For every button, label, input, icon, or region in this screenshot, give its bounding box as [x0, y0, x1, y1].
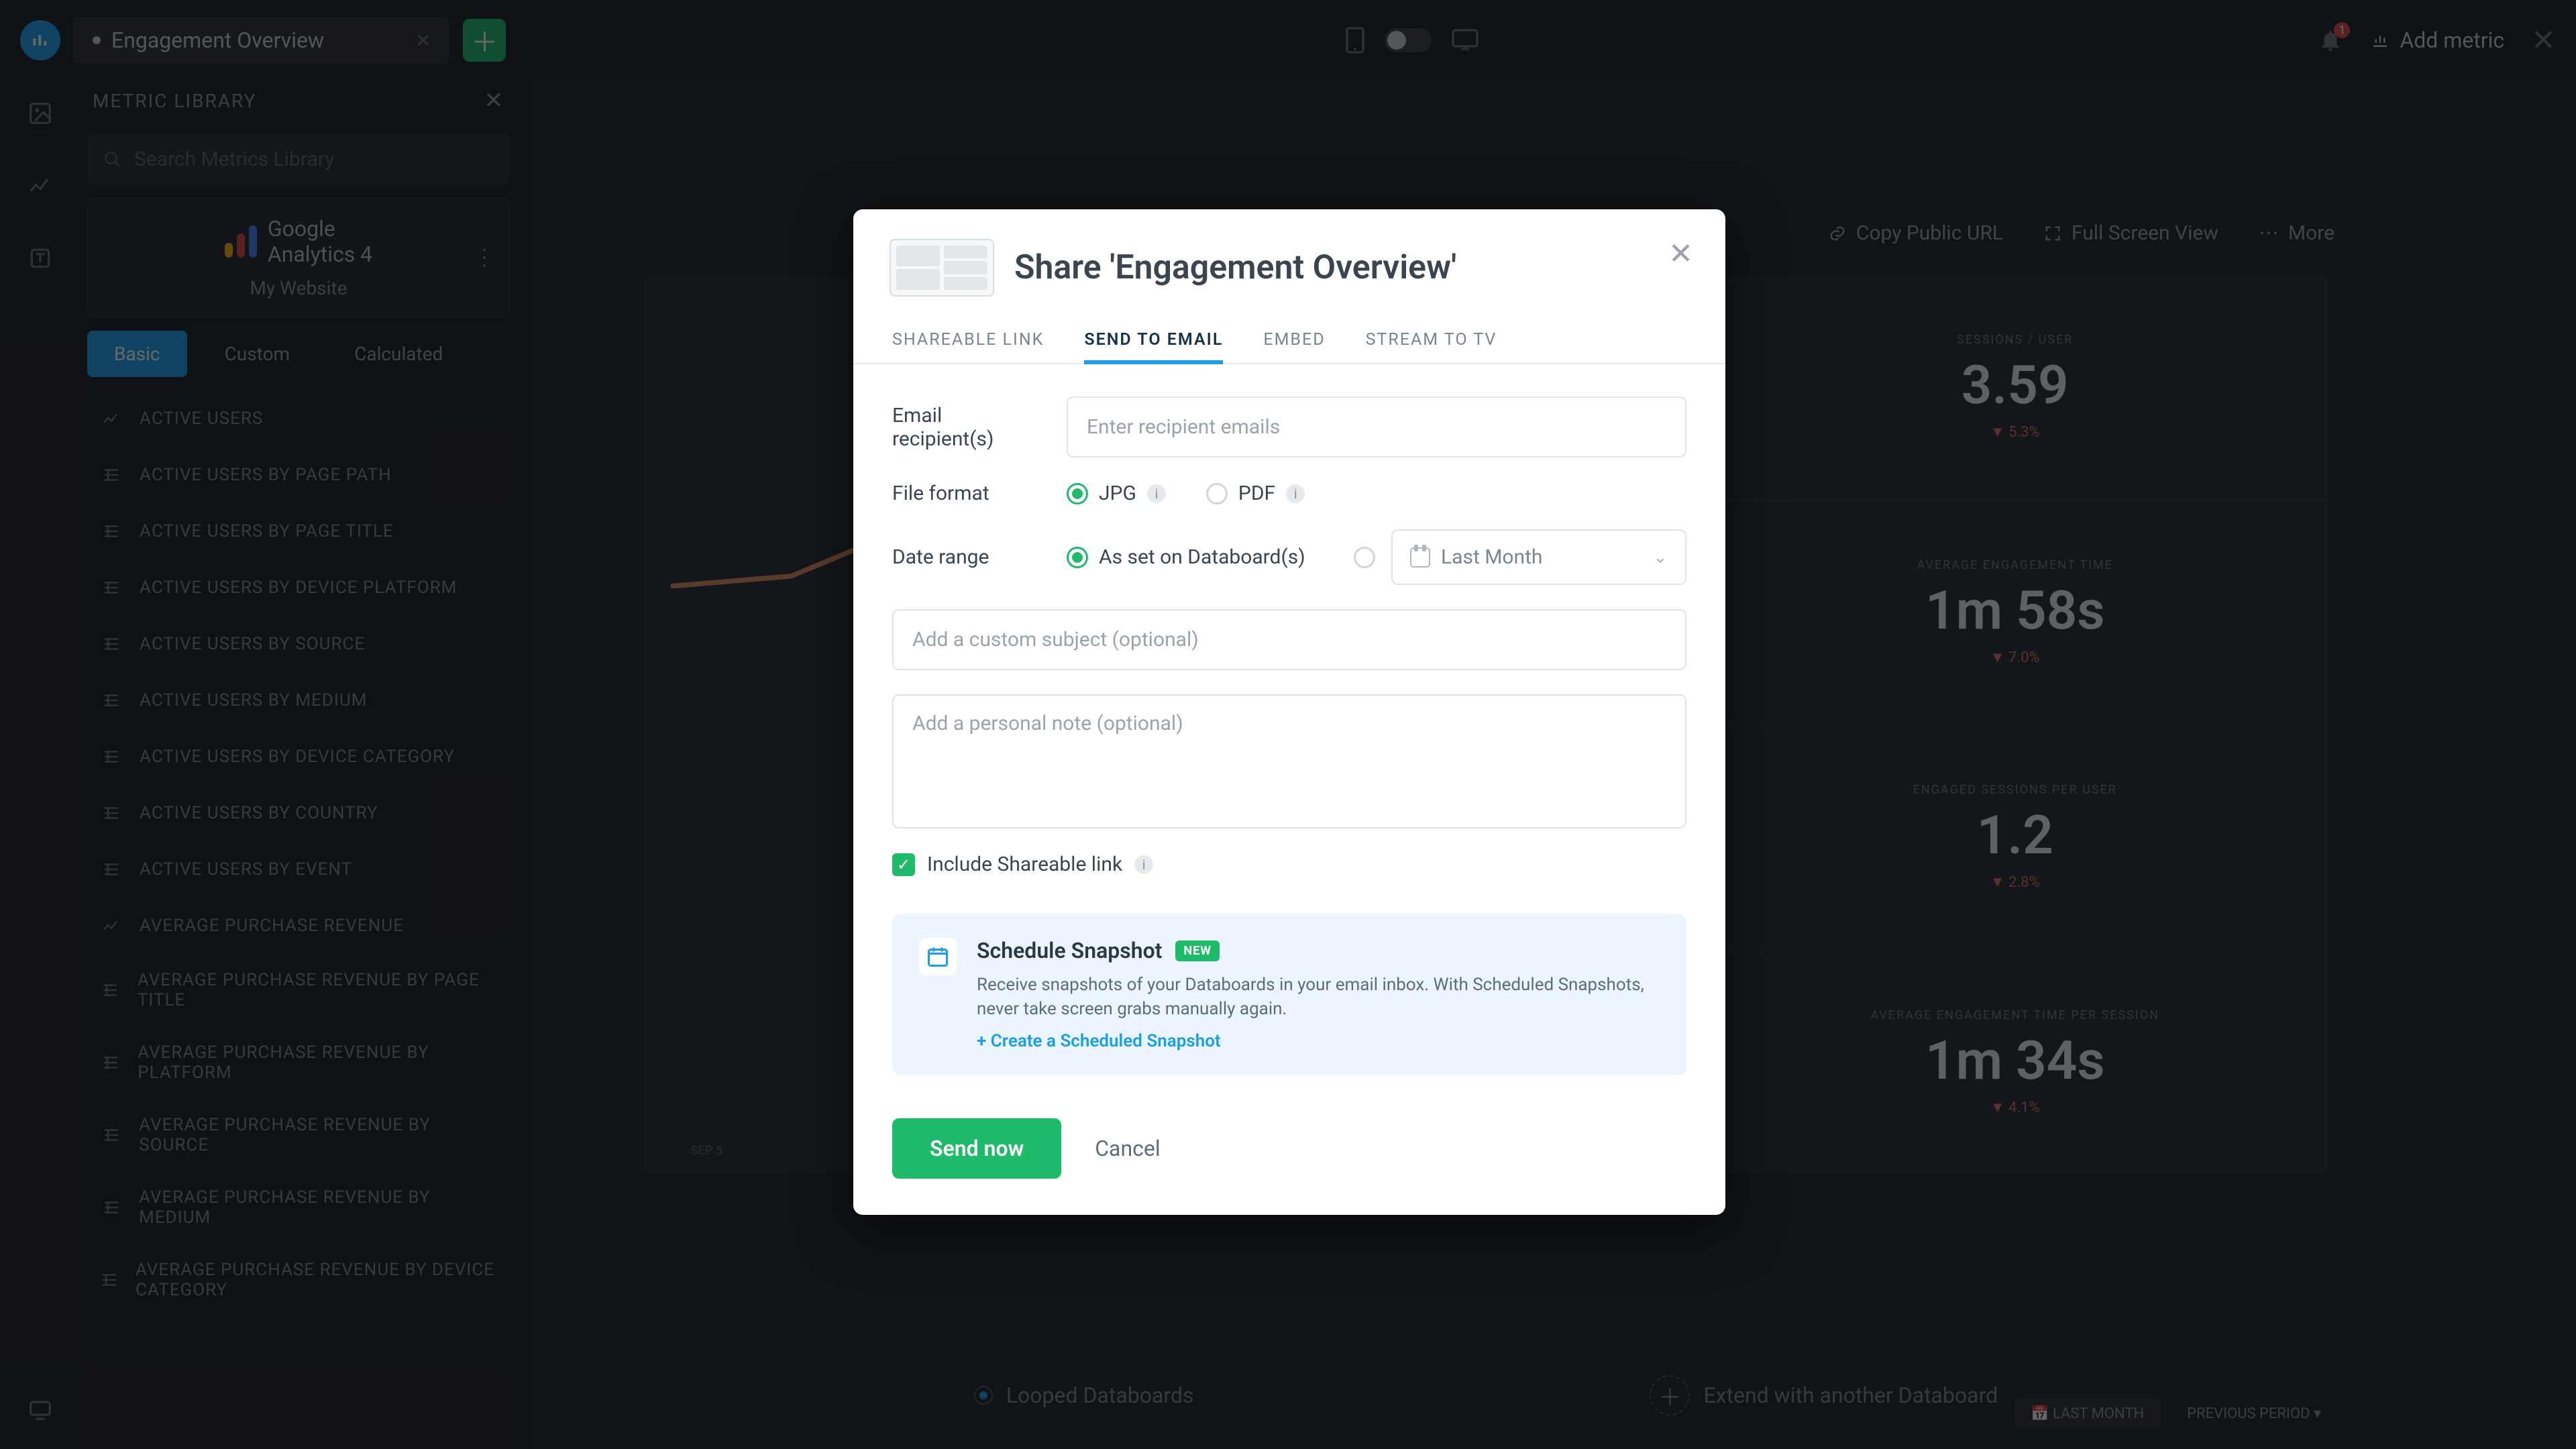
range-asboard-radio[interactable]: As set on Databoard(s) [1067, 545, 1305, 569]
modal-footer: Send now Cancel [853, 1089, 1725, 1215]
info-icon[interactable]: i [1286, 484, 1305, 503]
format-pdf-radio[interactable]: PDF i [1206, 482, 1305, 505]
calendar-snapshot-icon [919, 938, 957, 975]
modal-header: Share 'Engagement Overview' ✕ [853, 209, 1725, 317]
format-jpg-radio[interactable]: JPG i [1067, 482, 1166, 505]
info-icon[interactable]: i [1147, 484, 1166, 503]
modal-tab-shareable-link[interactable]: SHAREABLE LINK [892, 317, 1044, 363]
radio-unselected-icon [1206, 483, 1228, 504]
range-label: Date range [892, 545, 1046, 569]
radio-unselected-icon [1354, 547, 1375, 568]
modal-title: Share 'Engagement Overview' [1014, 248, 1456, 287]
close-modal-button[interactable]: ✕ [1668, 236, 1693, 271]
modal-tab-stream-to-tv[interactable]: STREAM TO TV [1366, 317, 1497, 363]
subject-input[interactable] [892, 609, 1686, 670]
board-thumbnail [890, 239, 994, 297]
info-icon[interactable]: i [1134, 855, 1153, 874]
snapshot-title: Schedule Snapshot [977, 938, 1162, 963]
recipients-label: Email recipient(s) [892, 404, 1046, 451]
modal-body: Email recipient(s) File format JPG i PDF… [853, 364, 1725, 1089]
calendar-icon [1410, 547, 1430, 568]
recipients-input[interactable] [1067, 396, 1686, 458]
radio-selected-icon [1067, 547, 1088, 568]
date-range-select[interactable]: Last Month ⌄ [1391, 529, 1686, 585]
schedule-snapshot-panel: Schedule Snapshot NEW Receive snapshots … [892, 914, 1686, 1075]
create-snapshot-link[interactable]: + Create a Scheduled Snapshot [977, 1031, 1660, 1051]
format-label: File format [892, 482, 1046, 505]
radio-selected-icon [1067, 483, 1088, 504]
range-custom-option[interactable]: Last Month ⌄ [1354, 529, 1686, 585]
include-link-checkbox[interactable]: ✓ Include Shareable link i [892, 853, 1686, 876]
modal-tabs: SHAREABLE LINK SEND TO EMAIL EMBED STREAM T… [853, 317, 1725, 364]
chevron-down-icon: ⌄ [1653, 547, 1668, 568]
cancel-button[interactable]: Cancel [1095, 1136, 1160, 1161]
note-textarea[interactable] [892, 694, 1686, 828]
snapshot-desc: Receive snapshots of your Databoards in … [977, 973, 1660, 1022]
checkbox-checked-icon: ✓ [892, 853, 915, 876]
modal-tab-embed[interactable]: EMBED [1263, 317, 1325, 363]
new-badge: NEW [1175, 941, 1220, 961]
send-now-button[interactable]: Send now [892, 1118, 1061, 1179]
modal-tab-send-to-email[interactable]: SEND TO EMAIL [1084, 317, 1223, 363]
share-modal: Share 'Engagement Overview' ✕ SHAREABLE … [853, 209, 1725, 1215]
